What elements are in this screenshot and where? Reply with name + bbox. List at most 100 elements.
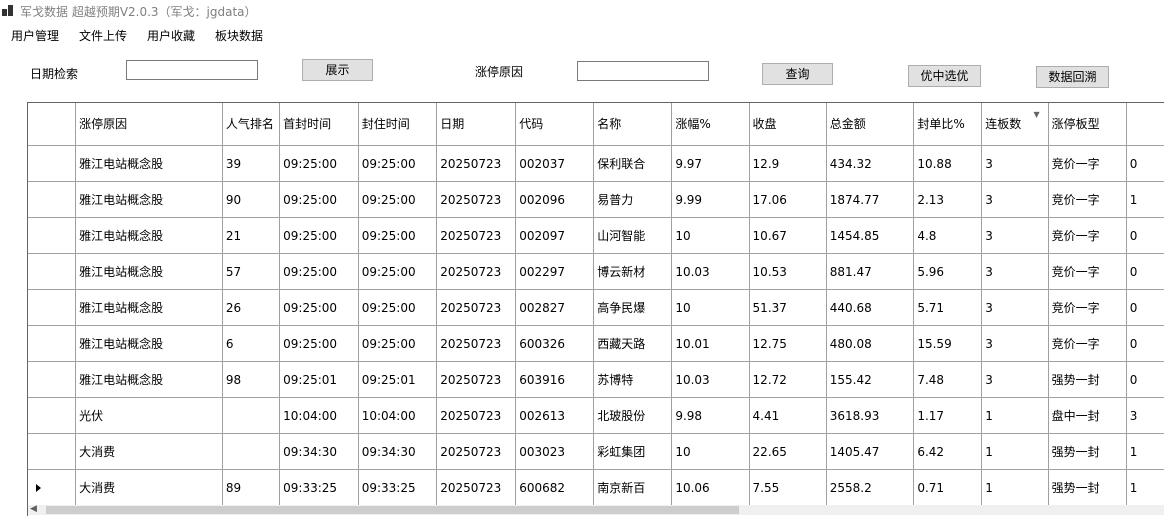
rank-cell[interactable]: 57 [222,253,281,290]
reason-cell[interactable]: 雅江电站概念股 [75,181,223,218]
limit-reason-input[interactable] [577,61,709,81]
col-header-rank[interactable]: 人气排名 [222,103,281,146]
table-row[interactable]: 雅江电站概念股 39 09:25:00 09:25:00 20250723 002037 保… [28,145,1164,182]
limit-type-cell[interactable]: 竞价一字 [1048,325,1127,362]
col-header-close[interactable]: 收盘 [749,103,827,146]
limit-type-cell[interactable]: 强势一封 [1048,469,1127,506]
date-cell[interactable]: 20250723 [436,145,517,182]
reason-cell[interactable]: 雅江电站概念股 [75,361,223,398]
date-cell[interactable]: 20250723 [436,253,517,290]
row-header[interactable] [28,289,77,326]
date-cell[interactable]: 20250723 [436,469,517,506]
col-header-reason[interactable]: 涨停原因 [75,103,223,146]
code-cell[interactable]: 600682 [515,469,595,506]
query-button[interactable]: 查询 [762,63,833,85]
change-pct-cell[interactable]: 9.99 [671,181,750,218]
boards-cell[interactable]: 3 [981,289,1049,326]
date-cell[interactable]: 20250723 [436,217,517,254]
seal-ratio-cell[interactable]: 5.96 [913,253,983,290]
amount-cell[interactable]: 2558.2 [826,469,915,506]
table-row[interactable]: 雅江电站概念股 26 09:25:00 09:25:00 20250723 002827 高… [28,289,1164,326]
first-seal-time-cell[interactable]: 09:25:00 [279,289,359,326]
name-cell[interactable]: 南京新百 [593,469,673,506]
change-pct-cell[interactable]: 9.98 [671,397,750,434]
limit-type-cell[interactable]: 强势一封 [1048,433,1127,470]
rank-cell[interactable]: 98 [222,361,281,398]
first-seal-time-cell[interactable]: 09:25:00 [279,253,359,290]
rank-cell[interactable]: 39 [222,145,281,182]
first-seal-time-cell[interactable]: 09:25:00 [279,145,359,182]
seal-ratio-cell[interactable]: 7.48 [913,361,983,398]
row-header-corner[interactable] [28,103,77,146]
date-cell[interactable]: 20250723 [436,361,517,398]
overflow-cell[interactable]: 0 [1126,325,1164,362]
col-header-limit-type[interactable]: 涨停板型 [1048,103,1127,146]
col-header-seal-time[interactable]: 封住时间 [358,103,438,146]
reason-cell[interactable]: 大消费 [75,469,223,506]
col-header-name[interactable]: 名称 [593,103,673,146]
table-row[interactable]: 雅江电站概念股 57 09:25:00 09:25:00 20250723 002297 博… [28,253,1164,290]
reason-cell[interactable]: 大消费 [75,433,223,470]
overflow-cell[interactable]: 1 [1126,469,1164,506]
rank-cell[interactable] [222,433,281,470]
close-cell[interactable]: 22.65 [749,433,827,470]
code-cell[interactable]: 002097 [515,217,595,254]
boards-cell[interactable]: 3 [981,181,1049,218]
name-cell[interactable]: 北玻股份 [593,397,673,434]
seal-ratio-cell[interactable]: 15.59 [913,325,983,362]
amount-cell[interactable]: 480.08 [826,325,915,362]
close-cell[interactable]: 4.41 [749,397,827,434]
data-grid[interactable]: 涨停原因 人气排名 首封时间 封住时间 日期 代码 名称 涨幅% 收盘 总金额 … [27,102,1164,516]
code-cell[interactable]: 002037 [515,145,595,182]
close-cell[interactable]: 51.37 [749,289,827,326]
first-seal-time-cell[interactable]: 09:25:00 [279,325,359,362]
seal-time-cell[interactable]: 09:33:25 [358,469,438,506]
change-pct-cell[interactable]: 10 [671,217,750,254]
row-header[interactable] [28,145,77,182]
amount-cell[interactable]: 155.42 [826,361,915,398]
table-row[interactable]: 雅江电站概念股 6 09:25:00 09:25:00 20250723 600326 西藏… [28,325,1164,362]
data-backtrack-button[interactable]: 数据回溯 [1036,66,1109,88]
boards-cell[interactable]: 3 [981,253,1049,290]
row-header[interactable] [28,433,77,470]
boards-cell[interactable]: 3 [981,325,1049,362]
code-cell[interactable]: 600326 [515,325,595,362]
change-pct-cell[interactable]: 10 [671,433,750,470]
change-pct-cell[interactable]: 9.97 [671,145,750,182]
table-row[interactable]: 雅江电站概念股 98 09:25:01 09:25:01 20250723 603916 苏… [28,361,1164,398]
show-button[interactable]: 展示 [302,59,373,81]
row-header[interactable] [28,469,77,506]
amount-cell[interactable]: 3618.93 [826,397,915,434]
first-seal-time-cell[interactable]: 09:25:00 [279,217,359,254]
seal-ratio-cell[interactable]: 10.88 [913,145,983,182]
reason-cell[interactable]: 雅江电站概念股 [75,325,223,362]
first-seal-time-cell[interactable]: 09:33:25 [279,469,359,506]
row-header[interactable] [28,397,77,434]
menu-sector-data[interactable]: 板块数据 [215,27,263,44]
amount-cell[interactable]: 1874.77 [826,181,915,218]
date-cell[interactable]: 20250723 [436,433,517,470]
seal-time-cell[interactable]: 09:25:00 [358,217,438,254]
limit-type-cell[interactable]: 竞价一字 [1048,253,1127,290]
col-header-date[interactable]: 日期 [436,103,517,146]
boards-cell[interactable]: 1 [981,397,1049,434]
first-seal-time-cell[interactable]: 10:04:00 [279,397,359,434]
code-cell[interactable]: 002827 [515,289,595,326]
row-header[interactable] [28,181,77,218]
table-row[interactable]: 大消费 09:34:30 09:34:30 20250723 003023 彩虹集团 10 2… [28,433,1164,470]
seal-ratio-cell[interactable]: 6.42 [913,433,983,470]
table-row[interactable]: 大消费 89 09:33:25 09:33:25 20250723 600682 南京新百 1… [28,469,1164,506]
row-header[interactable] [28,361,77,398]
boards-cell[interactable]: 1 [981,433,1049,470]
code-cell[interactable]: 002096 [515,181,595,218]
rank-cell[interactable]: 26 [222,289,281,326]
close-cell[interactable]: 12.72 [749,361,827,398]
change-pct-cell[interactable]: 10.01 [671,325,750,362]
overflow-cell[interactable]: 3 [1126,397,1164,434]
menu-user-favorites[interactable]: 用户收藏 [147,27,195,44]
col-header-overflow[interactable] [1126,103,1164,146]
seal-time-cell[interactable]: 09:25:01 [358,361,438,398]
code-cell[interactable]: 002297 [515,253,595,290]
horizontal-scrollbar[interactable]: ◀ [28,504,1164,515]
rank-cell[interactable]: 6 [222,325,281,362]
